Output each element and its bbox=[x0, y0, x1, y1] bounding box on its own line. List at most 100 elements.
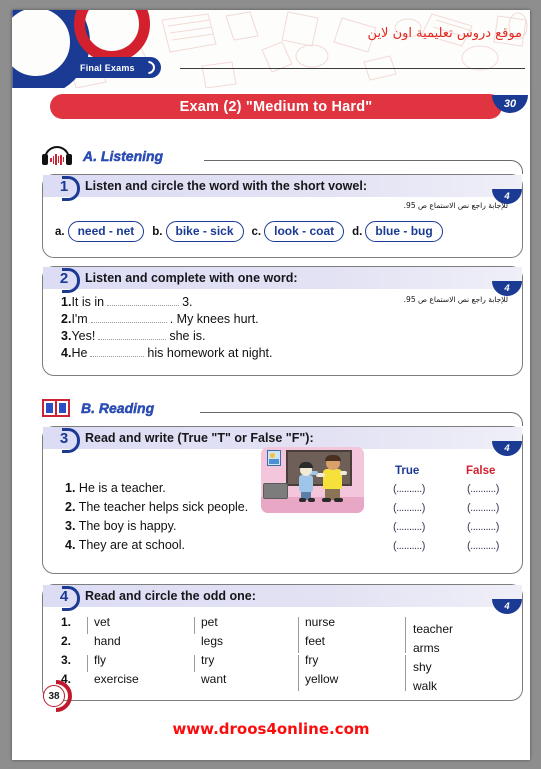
option-letter-a: a. bbox=[55, 225, 65, 238]
odd-row-2-word-2[interactable]: legs bbox=[201, 634, 223, 648]
option-letter-d: d. bbox=[352, 225, 363, 238]
open-book-icon bbox=[42, 398, 70, 418]
header-rule bbox=[180, 68, 525, 69]
fill-item-1-blank[interactable] bbox=[107, 305, 180, 306]
question-card-3: 3 Read and write (True "T" or False "F")… bbox=[42, 426, 523, 574]
tf-statement-4-text: They are at school. bbox=[78, 538, 185, 552]
fill-item-1-before: It is in bbox=[71, 295, 105, 309]
tf-statement-4: 4. They are at school. bbox=[65, 536, 248, 555]
tf-cell-false-3[interactable]: (..........) bbox=[467, 521, 499, 533]
question-2-items: 1. It is in 3. 2. I'm . My knees hurt. 3… bbox=[61, 294, 272, 362]
exam-title-text: Exam (2) "Medium to Hard" bbox=[179, 98, 373, 115]
fill-item-3-before: Yes! bbox=[71, 329, 96, 343]
question-3-prompt: Read and write (True "T" or False "F"): bbox=[85, 431, 314, 445]
fill-item-3-blank[interactable] bbox=[98, 339, 167, 340]
section-rule-corner-listening bbox=[501, 160, 523, 174]
tf-statement-2-number: 2. bbox=[65, 500, 76, 514]
odd-row-3-number: 3. bbox=[61, 653, 72, 667]
final-exams-tab: Final Exams bbox=[64, 57, 161, 78]
blackboard bbox=[286, 450, 352, 486]
fill-item-1-number: 1. bbox=[61, 295, 72, 309]
arabic-site-credit: موقع دروس تعليمية اون لاين bbox=[367, 26, 522, 41]
question-3-statements: 1. He is a teacher. 2. The teacher helps… bbox=[65, 479, 248, 555]
tf-statement-4-number: 4. bbox=[65, 538, 76, 552]
website-url[interactable]: www.droos4online.com bbox=[12, 720, 530, 738]
worksheet-page: Final Exams موقع دروس تعليمية اون لاين E… bbox=[12, 10, 530, 760]
question-4-prompt: Read and circle the odd one: bbox=[85, 589, 256, 603]
odd-row-4: 4. exercise want yellow walk bbox=[61, 672, 513, 693]
odd-row-1-word-3[interactable]: nurse bbox=[305, 615, 335, 629]
odd-row-3-word-2[interactable]: try bbox=[201, 653, 214, 667]
fill-item-1: 1. It is in 3. bbox=[61, 294, 272, 311]
tf-cell-true-4[interactable]: (..........) bbox=[393, 540, 425, 552]
fill-item-4-number: 4. bbox=[61, 346, 72, 360]
section-label-listening: A. Listening bbox=[79, 147, 190, 166]
tf-statement-1-text: He is a teacher. bbox=[78, 481, 166, 495]
question-3-number: 3 bbox=[51, 425, 80, 453]
tf-statement-3-number: 3. bbox=[65, 519, 76, 533]
headphones-icon bbox=[42, 146, 72, 166]
tf-cell-true-1[interactable]: (..........) bbox=[393, 483, 425, 495]
tf-statement-1: 1. He is a teacher. bbox=[65, 479, 248, 498]
tf-cell-false-2[interactable]: (..........) bbox=[467, 502, 499, 514]
section-header-reading: B. Reading bbox=[42, 398, 181, 418]
odd-row-1-word-2[interactable]: pet bbox=[201, 615, 218, 629]
odd-row-2-word-1[interactable]: hand bbox=[94, 634, 121, 648]
question-2-mark-badge: 4 bbox=[492, 281, 522, 296]
tf-cell-false-4[interactable]: (..........) bbox=[467, 540, 499, 552]
fill-item-3-after: she is. bbox=[169, 329, 206, 343]
option-letter-b: b. bbox=[152, 225, 163, 238]
section-header-listening: A. Listening bbox=[42, 146, 190, 166]
question-3-bar: 3 Read and write (True "T" or False "F")… bbox=[43, 425, 522, 453]
fill-item-4-blank[interactable] bbox=[90, 356, 145, 357]
odd-row-2-word-3[interactable]: feet bbox=[305, 634, 325, 648]
section-rule-corner-reading bbox=[501, 412, 523, 426]
tf-statement-1-number: 1. bbox=[65, 481, 76, 495]
student-figure bbox=[299, 475, 313, 492]
fill-item-2-before: I'm bbox=[71, 312, 88, 326]
tf-cell-false-1[interactable]: (..........) bbox=[467, 483, 499, 495]
odd-row-4-word-2[interactable]: want bbox=[201, 672, 226, 686]
desk bbox=[263, 483, 288, 499]
option-pill-a[interactable]: need - net bbox=[67, 221, 145, 242]
column-header-false: False bbox=[466, 465, 496, 477]
odd-row-1-word-1[interactable]: vet bbox=[94, 615, 110, 629]
fill-item-3: 3. Yes! she is. bbox=[61, 328, 272, 345]
question-1-options: a. need - net b. bike - sick c. look - c… bbox=[55, 221, 514, 242]
fill-item-3-number: 3. bbox=[61, 329, 72, 343]
odd-row-2: 2. hand legs feet arms bbox=[61, 634, 513, 655]
option-letter-c: c. bbox=[251, 225, 262, 238]
question-1-number: 1 bbox=[51, 173, 80, 201]
option-pill-d[interactable]: blue - bug bbox=[365, 221, 443, 242]
page-number-badge: 38 bbox=[40, 680, 72, 712]
odd-row-4-word-4[interactable]: walk bbox=[413, 679, 437, 693]
tf-cell-true-2[interactable]: (..........) bbox=[393, 502, 425, 514]
page-number-text: 38 bbox=[43, 685, 65, 707]
tf-statement-3-text: The boy is happy. bbox=[78, 519, 177, 533]
odd-row-3-word-3[interactable]: fry bbox=[305, 653, 318, 667]
odd-row-4-word-1[interactable]: exercise bbox=[94, 672, 139, 686]
question-1-prompt: Listen and circle the word with the shor… bbox=[85, 179, 367, 193]
fill-item-1-after: 3. bbox=[182, 295, 193, 309]
fill-item-2-blank[interactable] bbox=[90, 322, 167, 323]
question-2-bar: 2 Listen and complete with one word: bbox=[43, 265, 522, 293]
tf-statement-3: 3. The boy is happy. bbox=[65, 517, 248, 536]
fill-item-2-after: . My knees hurt. bbox=[169, 312, 259, 326]
odd-row-4-word-3[interactable]: yellow bbox=[305, 672, 338, 686]
odd-row-3-word-1[interactable]: fly bbox=[94, 653, 106, 667]
odd-row-1-number: 1. bbox=[61, 615, 72, 629]
question-2-number: 2 bbox=[51, 265, 80, 293]
fill-item-2-number: 2. bbox=[61, 312, 72, 326]
tf-cell-true-3[interactable]: (..........) bbox=[393, 521, 425, 533]
odd-one-out-table: 1. vet pet nurse teacher 2. hand legs fe… bbox=[61, 615, 513, 693]
question-card-4: 4 Read and circle the odd one: 4 1. vet … bbox=[42, 584, 523, 701]
section-rule-listening bbox=[204, 160, 504, 161]
option-pill-b[interactable]: bike - sick bbox=[165, 221, 244, 242]
question-1-bar: 1 Listen and circle the word with the sh… bbox=[43, 173, 522, 201]
section-rule-reading bbox=[200, 412, 504, 413]
option-pill-c[interactable]: look - coat bbox=[264, 221, 345, 242]
odd-row-1: 1. vet pet nurse teacher bbox=[61, 615, 513, 636]
question-4-number: 4 bbox=[51, 583, 80, 611]
odd-row-2-number: 2. bbox=[61, 634, 72, 648]
question-2-prompt: Listen and complete with one word: bbox=[85, 271, 298, 285]
